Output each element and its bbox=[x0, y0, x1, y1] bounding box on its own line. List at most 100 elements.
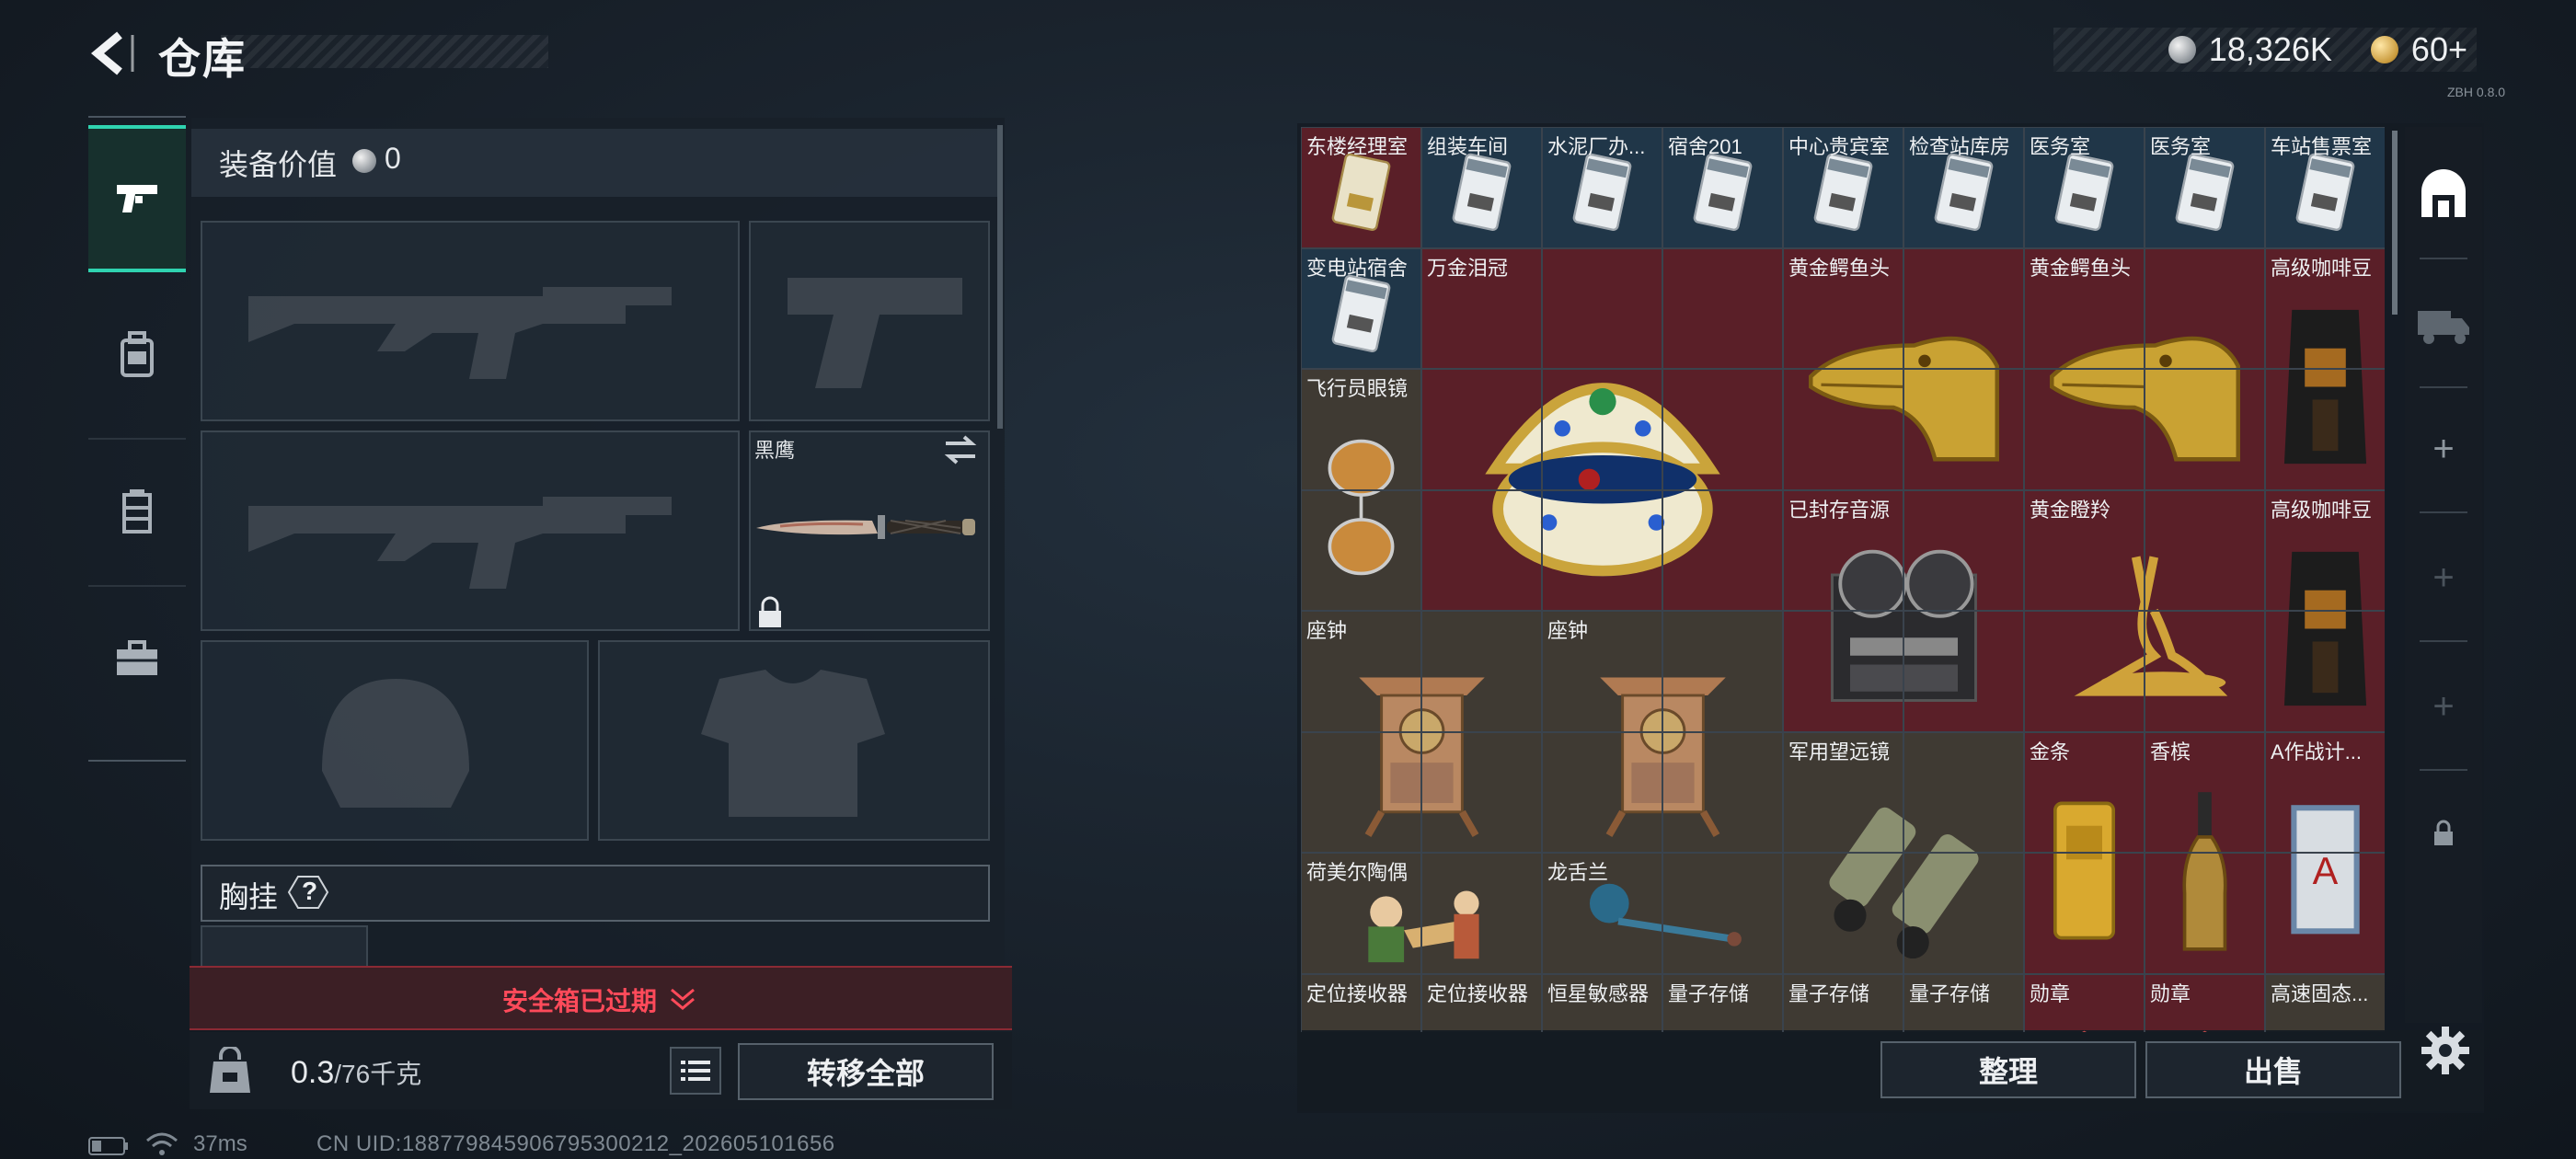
storage-item-name: 东楼经理室 bbox=[1306, 135, 1409, 158]
pistol-slot[interactable] bbox=[749, 221, 990, 421]
plus-icon: + bbox=[2432, 428, 2455, 469]
keycard-icon bbox=[2032, 151, 2136, 245]
storage-item-keycard[interactable]: 变电站宿舍 bbox=[1301, 247, 1421, 369]
armor-slot[interactable] bbox=[598, 640, 990, 841]
storage-item-keycard[interactable]: 医务室 bbox=[2145, 127, 2265, 248]
storage-item-device[interactable]: 定位接收器 bbox=[1301, 973, 1421, 1032]
grid-line bbox=[1662, 127, 1663, 1032]
storage-item-name: 万金泪冠 bbox=[1427, 256, 1509, 280]
grid-line bbox=[1301, 247, 2385, 249]
category-strip bbox=[88, 116, 186, 765]
keycard-icon bbox=[1309, 272, 1413, 366]
category-vest[interactable] bbox=[88, 447, 186, 576]
storage-item-keycard[interactable]: 检查站库房 bbox=[1903, 127, 2024, 248]
settings-button[interactable] bbox=[2420, 1025, 2471, 1076]
storage-item-name: 飞行员眼镜 bbox=[1306, 377, 1409, 400]
locked-storage-tab[interactable] bbox=[2405, 769, 2482, 898]
storage-item-keycard-red[interactable]: 东楼经理室 bbox=[1301, 127, 1421, 248]
secondary-weapon-slot[interactable] bbox=[201, 430, 740, 631]
sunglasses-icon bbox=[1309, 418, 1413, 602]
champagne-icon bbox=[2153, 781, 2257, 965]
storage-item-name: A作战计... bbox=[2271, 740, 2363, 763]
storage-item-name: 宿舍201 bbox=[1668, 135, 1742, 158]
storage-item-name: 金条 bbox=[2030, 740, 2071, 763]
toolbox-icon bbox=[117, 640, 157, 675]
storage-item-keycard[interactable]: 医务室 bbox=[2024, 127, 2145, 248]
vest-icon bbox=[122, 489, 152, 534]
list-view-button[interactable] bbox=[670, 1047, 721, 1095]
truck-icon bbox=[2418, 311, 2469, 344]
category-weapons[interactable] bbox=[88, 125, 186, 272]
storage-item-name: 量子存储 bbox=[1788, 981, 1870, 1005]
storage-item-device[interactable]: 恒星敏感器 bbox=[1542, 973, 1662, 1032]
add-storage-button-locked[interactable]: + bbox=[2405, 513, 2482, 642]
transfer-all-button[interactable]: 转移全部 bbox=[738, 1043, 994, 1100]
storage-item-medal[interactable]: 勋章 bbox=[2145, 973, 2265, 1032]
backpack-icon bbox=[121, 331, 154, 377]
storage-item-keycard[interactable]: 水泥厂办... bbox=[1542, 127, 1662, 248]
storage-item-name: 量子存储 bbox=[1668, 981, 1750, 1005]
sort-button[interactable]: 整理 bbox=[1880, 1041, 2136, 1098]
gold-amount[interactable]: 60+ bbox=[2411, 30, 2467, 69]
storage-item-name: 黄金瞪羚 bbox=[2030, 498, 2111, 522]
primary-weapon-slot[interactable] bbox=[201, 221, 740, 421]
currency-bar: 18,326K 60+ bbox=[2053, 28, 2477, 72]
battery-icon bbox=[88, 1137, 128, 1155]
gear-icon bbox=[2421, 1027, 2469, 1074]
silver-coin-icon bbox=[352, 149, 376, 173]
storage-item-device[interactable]: 量子存储 bbox=[1783, 973, 1903, 1032]
storage-item-name: 中心贵宾室 bbox=[1788, 135, 1891, 158]
storage-item-jeweled-egg[interactable]: 万金泪冠 bbox=[1421, 247, 1783, 611]
storage-item-keycard[interactable]: 中心贵宾室 bbox=[1783, 127, 1903, 248]
weight-display: 0.3/76千克 bbox=[291, 1054, 421, 1091]
swap-icon[interactable] bbox=[942, 434, 979, 465]
storage-item-name: 检查站库房 bbox=[1909, 135, 2011, 158]
grid-line bbox=[1301, 368, 2385, 370]
helmet-slot[interactable] bbox=[201, 640, 589, 841]
grid-line bbox=[1301, 973, 2385, 975]
storage-item-device[interactable]: 量子存储 bbox=[1662, 973, 1783, 1032]
storage-item-keycard[interactable]: 组装车间 bbox=[1421, 127, 1542, 248]
back-button[interactable] bbox=[85, 28, 140, 79]
storage-tab-vehicle[interactable] bbox=[2405, 259, 2482, 388]
coffee-icon bbox=[2273, 297, 2377, 481]
storage-item-name: 车站售票室 bbox=[2271, 135, 2373, 158]
storage-item-name: 龙舌兰 bbox=[1547, 861, 1609, 884]
storage-item-name: 医务室 bbox=[2030, 135, 2091, 158]
sell-button[interactable]: 出售 bbox=[2145, 1041, 2401, 1098]
storage-item-keycard[interactable]: 宿舍201 bbox=[1662, 127, 1783, 248]
grid-line bbox=[2264, 127, 2266, 1032]
add-storage-button-locked[interactable]: + bbox=[2405, 642, 2482, 771]
storage-grid: 东楼经理室 组装车间 水泥厂办... 宿舍201 中心贵宾室 检查站库房 医务室 医务室 车站售… bbox=[1301, 127, 2385, 1032]
grid-line bbox=[1301, 610, 2385, 612]
pistol-silhouette-icon bbox=[788, 278, 962, 388]
keycard-icon bbox=[1912, 151, 2016, 245]
keycard-icon bbox=[2153, 151, 2257, 245]
storage-item-name: 座钟 bbox=[1547, 619, 1589, 642]
chest-rig-slot[interactable] bbox=[201, 925, 368, 966]
grid-line bbox=[1541, 127, 1543, 1032]
pistol-icon bbox=[117, 185, 157, 212]
storage-item-name: 医务室 bbox=[2150, 135, 2212, 158]
add-storage-button[interactable]: + bbox=[2405, 384, 2482, 513]
keycard-red-icon bbox=[1309, 151, 1413, 245]
grid-line bbox=[1782, 127, 1784, 1032]
storage-item-device[interactable]: 定位接收器 bbox=[1421, 973, 1542, 1032]
lock-icon bbox=[759, 596, 781, 627]
equipment-scrollbar[interactable] bbox=[997, 125, 1003, 429]
storage-item-device[interactable]: 量子存储 bbox=[1903, 973, 2024, 1032]
help-button[interactable]: ? bbox=[287, 874, 329, 911]
storage-item-keycard[interactable]: 车站售票室 bbox=[2265, 127, 2385, 248]
grid-line bbox=[1420, 127, 1422, 1032]
plus-icon: + bbox=[2432, 685, 2455, 727]
storage-tab-main[interactable] bbox=[2405, 129, 2482, 258]
ping-text: 37ms bbox=[193, 1131, 247, 1156]
grid-line bbox=[1301, 127, 1302, 1032]
equipment-value: 0 bbox=[385, 142, 401, 175]
storage-item-medal[interactable]: 勋章 bbox=[2024, 973, 2145, 1032]
warehouse-icon bbox=[2421, 169, 2466, 217]
category-toolbox[interactable] bbox=[88, 594, 186, 723]
storage-scrollbar[interactable] bbox=[2392, 131, 2398, 315]
storage-item-device[interactable]: 高速固态... bbox=[2265, 973, 2385, 1032]
category-backpack[interactable] bbox=[88, 291, 186, 419]
